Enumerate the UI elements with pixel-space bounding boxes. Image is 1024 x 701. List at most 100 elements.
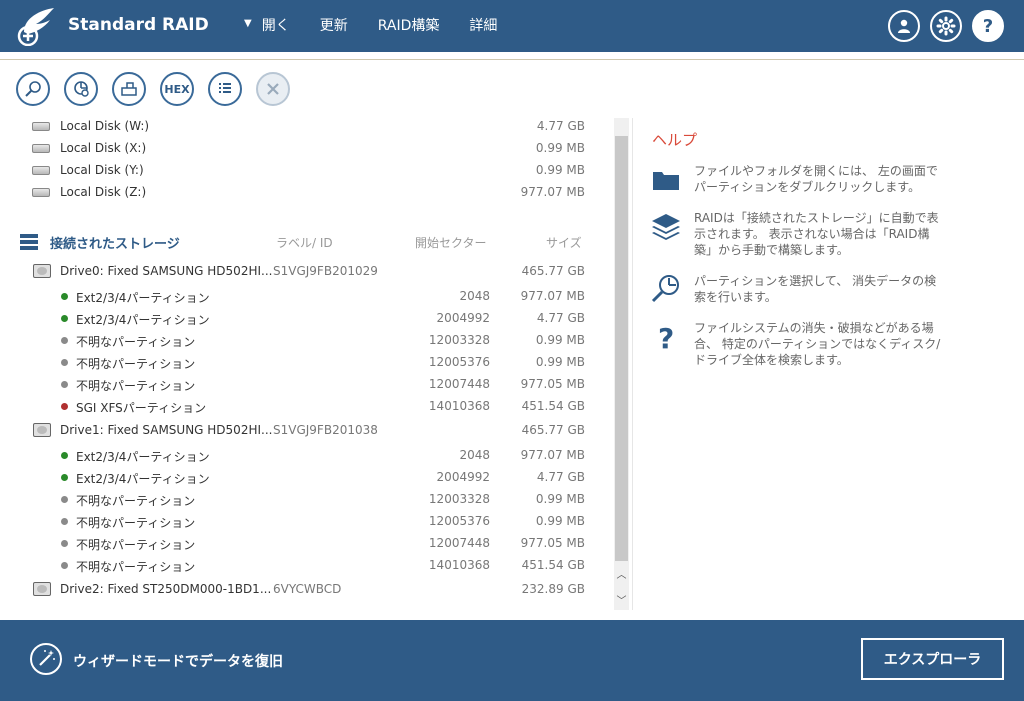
partition-name: 不明なパーティション	[76, 494, 196, 508]
list-item-partition[interactable]: Ext2/3/4パーティション 2004992 4.77 GB	[0, 307, 600, 329]
partition-size: 977.07 MB	[520, 289, 585, 303]
partition-status-icon	[61, 496, 68, 503]
partition-start-sector: 14010368	[428, 399, 490, 413]
partition-start-sector: 2048	[459, 289, 490, 303]
drive-icon	[33, 264, 51, 278]
hex-view-button[interactable]: HEX	[160, 72, 194, 106]
list-item-drive[interactable]: Drive2: Fixed ST250DM000-1BD1... 6VYCWBCD…	[0, 578, 600, 600]
scrollbar-thumb[interactable]	[615, 136, 628, 561]
storage-section-header: 接続されたストレージ ラベル/ ID 開始セクター サイズ	[0, 229, 600, 253]
column-header-sector[interactable]: 開始セクター	[415, 234, 487, 251]
drive-name: Drive2: Fixed ST250DM000-1BD1...	[60, 582, 272, 596]
header-bar: Standard RAID ▼ 開く 更新 RAID構築 詳細 ?	[0, 0, 1024, 52]
partition-start-sector: 12005376	[428, 514, 490, 528]
list-item-partition[interactable]: SGI XFSパーティション 14010368 451.54 GB	[0, 395, 600, 417]
pie-search-icon	[74, 81, 89, 97]
list-item-partition[interactable]: 不明なパーティション 12003328 0.99 MB	[0, 329, 600, 351]
menu-build-raid[interactable]: RAID構築	[378, 15, 440, 35]
partition-start-sector: 12007448	[428, 377, 490, 391]
mount-image-button[interactable]	[112, 72, 146, 106]
drive-size: 232.89 GB	[521, 582, 585, 596]
partition-start-sector: 2004992	[436, 311, 490, 325]
partition-name: 不明なパーティション	[76, 335, 196, 349]
help-title: ヘルプ	[652, 131, 698, 149]
wizard-mode-link[interactable]: ウィザードモードでデータを復旧	[73, 651, 283, 671]
menu-refresh[interactable]: 更新	[320, 15, 348, 35]
menu-details[interactable]: 詳細	[469, 15, 497, 35]
app-title: Standard RAID	[68, 15, 209, 35]
disk-image-icon	[121, 82, 137, 96]
list-icon	[219, 83, 231, 93]
search-pie-icon	[651, 275, 679, 303]
partition-name: Ext2/3/4パーティション	[76, 472, 210, 486]
list-item-local-disk[interactable]: Local Disk (X:) 0.99 MB	[0, 137, 600, 159]
storage-stack-icon	[20, 234, 38, 250]
list-item-local-disk[interactable]: Local Disk (Z:) 977.07 MB	[0, 181, 600, 203]
panel-divider	[632, 118, 633, 610]
drive-id: S1VGJ9FB201029	[273, 264, 378, 278]
help-text: ファイルシステムの消失・破損などがある場合、 特定のパーティションではなくディス…	[694, 321, 941, 367]
close-button[interactable]	[256, 72, 290, 106]
list-item-partition[interactable]: Ext2/3/4パーティション 2004992 4.77 GB	[0, 466, 600, 488]
settings-button[interactable]	[930, 10, 962, 42]
help-button[interactable]: ?	[972, 10, 1004, 42]
magnifier-icon	[25, 81, 41, 97]
partition-size: 451.54 GB	[521, 399, 585, 413]
list-item-partition[interactable]: 不明なパーティション 12003328 0.99 MB	[0, 488, 600, 510]
partition-status-icon	[61, 359, 68, 366]
question-icon: ?	[982, 15, 994, 37]
wizard-button[interactable]	[30, 643, 62, 675]
close-icon	[267, 83, 279, 95]
partition-size: 451.54 GB	[521, 558, 585, 572]
search-button[interactable]	[16, 72, 50, 106]
partition-start-sector: 12003328	[428, 333, 490, 347]
disk-name: Local Disk (Z:)	[60, 185, 147, 199]
storage-list: Local Disk (W:) 4.77 GB Local Disk (X:) …	[0, 114, 614, 610]
partition-status-icon	[61, 562, 68, 569]
column-header-label[interactable]: ラベル/ ID	[276, 234, 333, 251]
explorer-button[interactable]: エクスプローラ	[861, 638, 1004, 680]
partition-start-sector: 14010368	[428, 558, 490, 572]
layers-icon	[652, 214, 680, 240]
partition-start-sector: 2004992	[436, 470, 490, 484]
main-menu: ▼ 開く 更新 RAID構築 詳細	[244, 15, 527, 35]
magic-wand-icon	[39, 650, 55, 666]
list-item-partition[interactable]: 不明なパーティション 12007448 977.05 MB	[0, 532, 600, 554]
list-item-partition[interactable]: 不明なパーティション 12007448 977.05 MB	[0, 373, 600, 395]
partition-name: Ext2/3/4パーティション	[76, 450, 210, 464]
app-logo-icon	[17, 8, 54, 46]
menu-open[interactable]: 開く	[262, 15, 290, 35]
list-item-partition[interactable]: 不明なパーティション 12005376 0.99 MB	[0, 351, 600, 373]
list-item-partition[interactable]: 不明なパーティション 12005376 0.99 MB	[0, 510, 600, 532]
list-item-drive[interactable]: Drive1: Fixed SAMSUNG HD502HI... S1VGJ9FB…	[0, 419, 600, 441]
scroll-down-icon[interactable]: ﹀	[614, 592, 629, 608]
list-scrollbar[interactable]: ︿ ﹀	[614, 118, 629, 610]
list-item-drive[interactable]: Drive0: Fixed SAMSUNG HD502HI... S1VGJ9FB…	[0, 260, 600, 282]
partition-status-icon	[61, 293, 68, 300]
list-item-partition[interactable]: Ext2/3/4パーティション 2048 977.07 MB	[0, 285, 600, 307]
partition-name: 不明なパーティション	[76, 560, 196, 574]
gear-icon	[936, 16, 956, 36]
column-header-size[interactable]: サイズ	[546, 234, 582, 251]
help-text: ファイルやフォルダを開くには、 左の画面でパーティションをダブルクリックします。	[694, 164, 938, 194]
partition-status-icon	[61, 381, 68, 388]
drive-size: 465.77 GB	[521, 423, 585, 437]
partition-start-sector: 12005376	[428, 355, 490, 369]
scroll-up-icon[interactable]: ︿	[614, 566, 629, 582]
list-item-partition[interactable]: Ext2/3/4パーティション 2048 977.07 MB	[0, 444, 600, 466]
partition-name: Ext2/3/4パーティション	[76, 291, 210, 305]
hdd-icon	[32, 144, 50, 153]
drive-id: 6VYCWBCD	[273, 582, 342, 596]
user-icon	[898, 19, 910, 33]
account-button[interactable]	[888, 10, 920, 42]
menu-caret-icon[interactable]: ▼	[244, 18, 252, 35]
properties-button[interactable]	[208, 72, 242, 106]
list-item-local-disk[interactable]: Local Disk (W:) 4.77 GB	[0, 115, 600, 137]
partition-start-sector: 2048	[459, 448, 490, 462]
list-item-partition[interactable]: 不明なパーティション 14010368 451.54 GB	[0, 554, 600, 576]
hdd-icon	[32, 122, 50, 131]
list-item-local-disk[interactable]: Local Disk (Y:) 0.99 MB	[0, 159, 600, 181]
analyze-button[interactable]	[64, 72, 98, 106]
partition-size: 0.99 MB	[535, 514, 585, 528]
disk-size: 4.77 GB	[536, 119, 585, 133]
